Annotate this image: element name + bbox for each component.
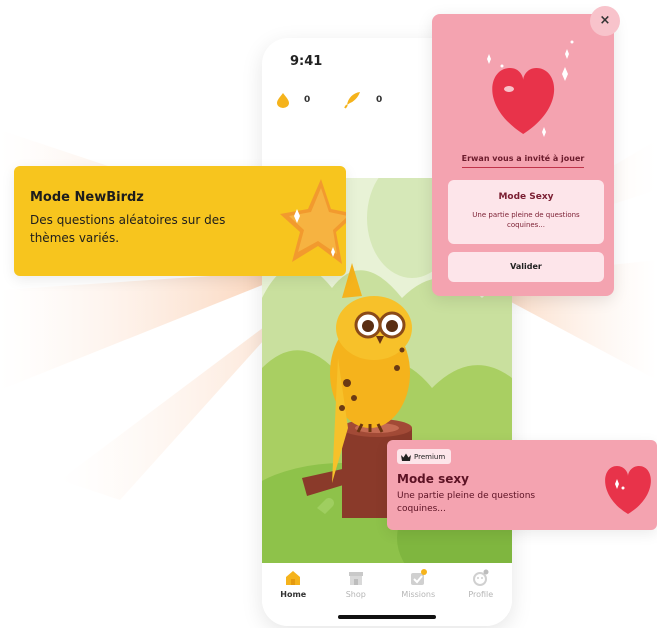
invite-mode-title: Mode Sexy: [498, 192, 554, 202]
crown-icon: [401, 453, 411, 461]
valider-button[interactable]: Valider: [448, 252, 604, 282]
tab-home-label: Home: [280, 590, 307, 599]
profile-icon: [472, 569, 489, 586]
tab-home[interactable]: Home: [268, 569, 318, 599]
tab-shop-label: Shop: [345, 590, 366, 599]
mode-newbirdz-card[interactable]: Mode NewBirdz Des questions aléatoires s…: [14, 166, 346, 276]
status-time: 9:41: [290, 54, 323, 69]
feather-counter: 0: [344, 92, 383, 109]
tab-missions[interactable]: Missions: [393, 569, 443, 599]
premium-card-title: Mode sexy: [397, 472, 469, 486]
shop-icon: [348, 572, 363, 585]
mode-card-title: Mode NewBirdz: [30, 190, 144, 205]
tab-profile[interactable]: Profile: [456, 569, 506, 599]
star-icon: [280, 179, 346, 264]
mode-card-description: Des questions aléatoires sur des thèmes …: [30, 213, 226, 245]
feather-count: 0: [376, 95, 383, 105]
home-icon: [286, 571, 301, 585]
close-button[interactable]: ×: [590, 6, 620, 36]
heart-icon: [487, 40, 574, 137]
home-indicator: [338, 615, 436, 619]
invite-modal: Erwan vous a invité à jouer Mode Sexy Un…: [432, 14, 614, 296]
invite-mode-description: Une partie pleine de questions coquines.…: [472, 211, 580, 229]
tab-missions-label: Missions: [401, 590, 436, 599]
mode-sexy-card[interactable]: Premium Mode sexy Une partie pleine de q…: [387, 440, 657, 530]
premium-badge: Premium: [397, 449, 452, 464]
heart-icon: [605, 466, 651, 514]
invite-mode-box: Mode Sexy Une partie pleine de questions…: [448, 180, 604, 244]
invite-underline: [462, 167, 584, 168]
missions-icon: [411, 569, 428, 585]
premium-badge-label: Premium: [414, 452, 446, 461]
tab-shop[interactable]: Shop: [331, 569, 381, 599]
premium-card-description: Une partie pleine de questions coquines.…: [397, 491, 536, 514]
invite-message: Erwan vous a invité à jouer: [461, 154, 585, 163]
coin-icon: [277, 93, 289, 108]
feather-icon: [344, 92, 360, 109]
coin-count: 0: [304, 95, 311, 105]
coin-counter: 0: [276, 93, 311, 108]
tab-profile-label: Profile: [468, 590, 494, 599]
